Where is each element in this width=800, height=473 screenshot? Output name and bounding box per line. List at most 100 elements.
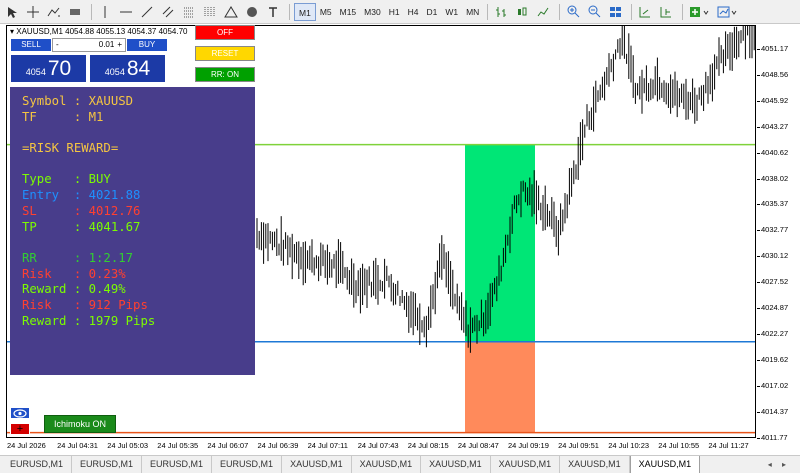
price-tick xyxy=(757,230,760,232)
price-scale[interactable]: 4051.17 4048.56 4045.92 4043.27 4040.62 4038.… xyxy=(757,25,800,442)
price-label: 4043.27 xyxy=(761,121,789,131)
auto-scroll-icon[interactable] xyxy=(636,3,654,21)
lot-increase-button[interactable]: + xyxy=(117,40,122,49)
price-label: 4014.37 xyxy=(761,406,789,416)
price-tick xyxy=(757,126,760,128)
chart-tab[interactable]: XAUUSD,M1 xyxy=(491,456,561,473)
zoom-out-icon[interactable] xyxy=(585,3,603,21)
time-scale[interactable]: 24 Jul 2026 24 Jul 04:31 24 Jul 05:03 24 Ju… xyxy=(6,438,757,454)
sell-price-box[interactable]: 4054 70 xyxy=(10,54,87,83)
reset-button[interactable]: RESET xyxy=(195,46,255,61)
ellipse-icon[interactable] xyxy=(243,3,261,21)
timeframe-m5[interactable]: M5 xyxy=(316,3,336,21)
chart-tab[interactable]: EURUSD,M1 xyxy=(2,456,73,473)
price-label: 4051.17 xyxy=(761,44,789,53)
price-tick xyxy=(757,100,760,102)
off-button[interactable]: OFF xyxy=(195,25,255,40)
tile-windows-icon[interactable] xyxy=(606,3,624,21)
zoom-tool-icon[interactable] xyxy=(45,3,63,21)
timeframe-mn[interactable]: MN xyxy=(462,3,483,21)
chart-tab[interactable]: EURUSD,M1 xyxy=(142,456,213,473)
buy-price-box[interactable]: 4054 84 xyxy=(89,54,166,83)
price-label: 4030.12 xyxy=(761,251,789,261)
lot-decrease-button[interactable]: - xyxy=(56,40,59,49)
chart-tab[interactable]: XAUUSD,M1 xyxy=(352,456,422,473)
price-tick xyxy=(757,308,760,309)
price-tick xyxy=(757,411,760,413)
gann-grid-icon[interactable] xyxy=(201,3,219,21)
cursor-icon[interactable] xyxy=(3,3,21,21)
sell-price-small: 4054 xyxy=(25,67,46,77)
risk-panel-line: Reward : 0.49% xyxy=(22,282,126,297)
fibonacci-icon[interactable] xyxy=(180,3,198,21)
chart-shift-icon[interactable] xyxy=(657,3,675,21)
price-label: 4024.87 xyxy=(761,303,789,312)
timeframe-m1[interactable]: M1 xyxy=(294,2,316,21)
price-label: 4019.62 xyxy=(761,354,789,364)
line-chart-icon[interactable] xyxy=(534,3,552,21)
time-label: 24 Jul 10:23 xyxy=(608,441,650,450)
sell-button[interactable]: SELL xyxy=(10,37,52,52)
tab-scroll-arrows[interactable]: ◂ ▸ xyxy=(768,456,790,473)
channel-icon[interactable] xyxy=(159,3,177,21)
rectangle-icon[interactable] xyxy=(66,3,84,21)
time-label: 24 Jul 07:11 xyxy=(307,441,348,450)
price-tick xyxy=(757,49,760,50)
risk-panel-line: Symbol : XAUUSD xyxy=(22,94,134,108)
chart-tab[interactable]: XAUUSD,M1 xyxy=(421,456,491,473)
bar-chart-icon[interactable] xyxy=(492,3,510,21)
plus-icon: + xyxy=(16,423,24,435)
timeframe-h4[interactable]: H4 xyxy=(404,3,423,21)
price-tick xyxy=(757,437,760,439)
horizontal-line-icon[interactable] xyxy=(117,3,135,21)
price-label: 4048.56 xyxy=(761,69,789,79)
timeframe-d1[interactable]: D1 xyxy=(422,3,441,21)
buy-price-big: 84 xyxy=(126,57,151,80)
shapes-icon[interactable] xyxy=(222,3,240,21)
risk-panel-line: TP : 4041.67 xyxy=(22,219,141,234)
price-label: 4040.62 xyxy=(761,147,789,157)
rr-toggle-button[interactable]: RR: ON xyxy=(195,67,255,82)
toolbar-separator xyxy=(487,3,489,20)
chart-tab[interactable]: EURUSD,M1 xyxy=(72,456,143,473)
chart-tab[interactable]: EURUSD,M1 xyxy=(212,456,283,473)
visibility-toggle-button[interactable] xyxy=(10,407,30,419)
text-tool-icon[interactable] xyxy=(264,3,282,21)
reward-zone xyxy=(465,144,535,342)
lot-size-field[interactable]: - 0.01 + xyxy=(52,37,126,52)
vertical-line-icon[interactable] xyxy=(96,3,114,21)
time-label: 24 Jul 06:07 xyxy=(207,441,249,450)
time-label: 24 Jul 09:19 xyxy=(508,441,549,450)
price-label: 4027.52 xyxy=(761,277,789,287)
risk-panel-line: SL : 4012.76 xyxy=(22,203,141,218)
time-label: 24 Jul 08:47 xyxy=(457,441,499,450)
crosshair-toggle-button[interactable]: + xyxy=(10,423,30,435)
chart-tab[interactable]: XAUUSD,M1 xyxy=(282,456,352,473)
chart-tabs: EURUSD,M1 EURUSD,M1 EURUSD,M1 EURUSD,M1 XAUU… xyxy=(0,455,800,473)
price-tick xyxy=(757,178,760,180)
timeframe-w1[interactable]: W1 xyxy=(441,3,462,21)
toolbar-separator xyxy=(559,3,561,20)
chart-tab[interactable]: XAUUSD,M1 xyxy=(629,456,701,473)
price-tick xyxy=(757,282,760,284)
risk-panel-line: TF : M1 xyxy=(22,109,104,124)
ichimoku-toggle-button[interactable]: Ichimoku ON xyxy=(44,415,116,433)
templates-icon[interactable] xyxy=(716,3,740,21)
zoom-in-icon[interactable] xyxy=(564,3,582,21)
risk-reward-panel: Symbol : XAUUSD TF : M1 =RISK REWARD= Type … xyxy=(10,87,255,375)
time-label: 24 Jul 09:51 xyxy=(558,441,599,450)
chart-tab[interactable]: XAUUSD,M1 xyxy=(560,456,630,473)
sell-price-big: 70 xyxy=(47,57,72,80)
indicators-icon[interactable] xyxy=(687,3,713,21)
timeframe-m30[interactable]: M30 xyxy=(360,3,385,21)
trendline-icon[interactable] xyxy=(138,3,156,21)
crosshair-icon[interactable] xyxy=(24,3,42,21)
timeframe-h1[interactable]: H1 xyxy=(385,3,404,21)
price-label: 4017.02 xyxy=(761,380,789,390)
time-label: 24 Jul 07:43 xyxy=(357,441,399,450)
candlestick-icon[interactable] xyxy=(513,3,531,21)
buy-button[interactable]: BUY xyxy=(126,37,168,52)
timeframe-m15[interactable]: M15 xyxy=(336,3,361,21)
toolbar-separator xyxy=(91,3,92,20)
lot-value[interactable]: 0.01 xyxy=(99,40,115,49)
